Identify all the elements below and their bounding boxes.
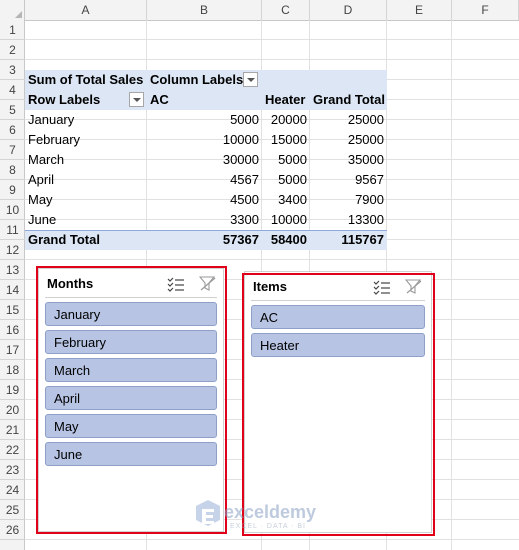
pivot-cell-total[interactable]: 35000: [310, 150, 387, 170]
row-header-20[interactable]: 20: [0, 400, 25, 420]
pivot-cell-total[interactable]: 9567: [310, 170, 387, 190]
select-all-corner[interactable]: [0, 0, 25, 20]
pivot-grand-total-heater[interactable]: 58400: [262, 230, 310, 250]
watermark-brand: exceldemy: [224, 502, 317, 522]
pivot-cell-total[interactable]: 25000: [310, 110, 387, 130]
grid-line: [25, 39, 519, 40]
column-header-b[interactable]: B: [147, 0, 262, 20]
pivot-row-label[interactable]: March: [25, 150, 147, 170]
column-header-d[interactable]: D: [310, 0, 387, 20]
row-header-5[interactable]: 5: [0, 100, 25, 120]
pivot-cell-ac[interactable]: 10000: [147, 130, 262, 150]
row-header-13[interactable]: 13: [0, 260, 25, 280]
grid-line: [25, 259, 519, 260]
pivot-cell-heater[interactable]: 10000: [262, 210, 310, 230]
row-header-15[interactable]: 15: [0, 300, 25, 320]
row-header-25[interactable]: 25: [0, 500, 25, 520]
pivot-row-label[interactable]: February: [25, 130, 147, 150]
pivot-cell-total[interactable]: 13300: [310, 210, 387, 230]
row-header-1[interactable]: 1: [0, 20, 25, 40]
pivot-cell-heater[interactable]: 5000: [262, 170, 310, 190]
pivot-grand-total-label[interactable]: Grand Total: [25, 230, 147, 250]
row-header-7[interactable]: 7: [0, 140, 25, 160]
pivot-row-label[interactable]: May: [25, 190, 147, 210]
pivot-column-labels[interactable]: Column Labels: [147, 70, 247, 90]
row-header-24[interactable]: 24: [0, 480, 25, 500]
pivot-cell-heater[interactable]: 5000: [262, 150, 310, 170]
pivot-cell-ac[interactable]: 4500: [147, 190, 262, 210]
pivot-grand-total-total[interactable]: 115767: [310, 230, 387, 250]
row-header-4[interactable]: 4: [0, 80, 25, 100]
row-header-22[interactable]: 22: [0, 440, 25, 460]
watermark-tagline: EXCEL · DATA · BI: [230, 523, 306, 530]
row-header-9[interactable]: 9: [0, 180, 25, 200]
pivot-col-header-grand-total[interactable]: Grand Total: [310, 90, 387, 110]
pivot-cell-ac[interactable]: 30000: [147, 150, 262, 170]
pivot-row-label[interactable]: June: [25, 210, 147, 230]
exceldemy-watermark: exceldemy EXCEL · DATA · BI: [186, 500, 336, 539]
pivot-col-header-ac[interactable]: AC: [147, 90, 262, 110]
row-header-6[interactable]: 6: [0, 120, 25, 140]
pivot-cell-ac[interactable]: 5000: [147, 110, 262, 130]
pivot-cell-total[interactable]: 25000: [310, 130, 387, 150]
pivot-cell-ac[interactable]: 3300: [147, 210, 262, 230]
pivot-row-label[interactable]: April: [25, 170, 147, 190]
row-header-23[interactable]: 23: [0, 460, 25, 480]
row-header-12[interactable]: 12: [0, 240, 25, 260]
pivot-col-header-heater[interactable]: Heater: [262, 90, 310, 110]
column-header-f[interactable]: F: [452, 0, 519, 20]
grid-line: [25, 59, 519, 60]
row-header-11[interactable]: 11: [0, 220, 25, 240]
pivot-cell-total[interactable]: 7900: [310, 190, 387, 210]
pivot-cell-heater[interactable]: 15000: [262, 130, 310, 150]
row-header-17[interactable]: 17: [0, 340, 25, 360]
grid-line: [25, 539, 519, 540]
column-header-a[interactable]: A: [25, 0, 147, 20]
row-header-16[interactable]: 16: [0, 320, 25, 340]
row-header-14[interactable]: 14: [0, 280, 25, 300]
row-header-26[interactable]: 26: [0, 520, 25, 540]
row-header-2[interactable]: 2: [0, 40, 25, 60]
pivot-value-field[interactable]: Sum of Total Sales: [25, 70, 147, 90]
pivot-cell-heater[interactable]: 3400: [262, 190, 310, 210]
highlight-box-months: [36, 266, 227, 534]
pivot-cell-heater[interactable]: 20000: [262, 110, 310, 130]
row-header-21[interactable]: 21: [0, 420, 25, 440]
pivot-row-labels[interactable]: Row Labels: [25, 90, 135, 110]
row-labels-dropdown[interactable]: [129, 92, 144, 107]
row-header-3[interactable]: 3: [0, 60, 25, 80]
column-header-c[interactable]: C: [262, 0, 310, 20]
pivot-cell-ac[interactable]: 4567: [147, 170, 262, 190]
highlight-box-items: [242, 273, 435, 536]
pivot-grand-total-ac[interactable]: 57367: [147, 230, 262, 250]
pivot-row-label[interactable]: January: [25, 110, 147, 130]
column-header-e[interactable]: E: [387, 0, 452, 20]
row-header-10[interactable]: 10: [0, 200, 25, 220]
row-header-19[interactable]: 19: [0, 380, 25, 400]
row-header-18[interactable]: 18: [0, 360, 25, 380]
column-labels-dropdown[interactable]: [243, 72, 258, 87]
row-header-8[interactable]: 8: [0, 160, 25, 180]
